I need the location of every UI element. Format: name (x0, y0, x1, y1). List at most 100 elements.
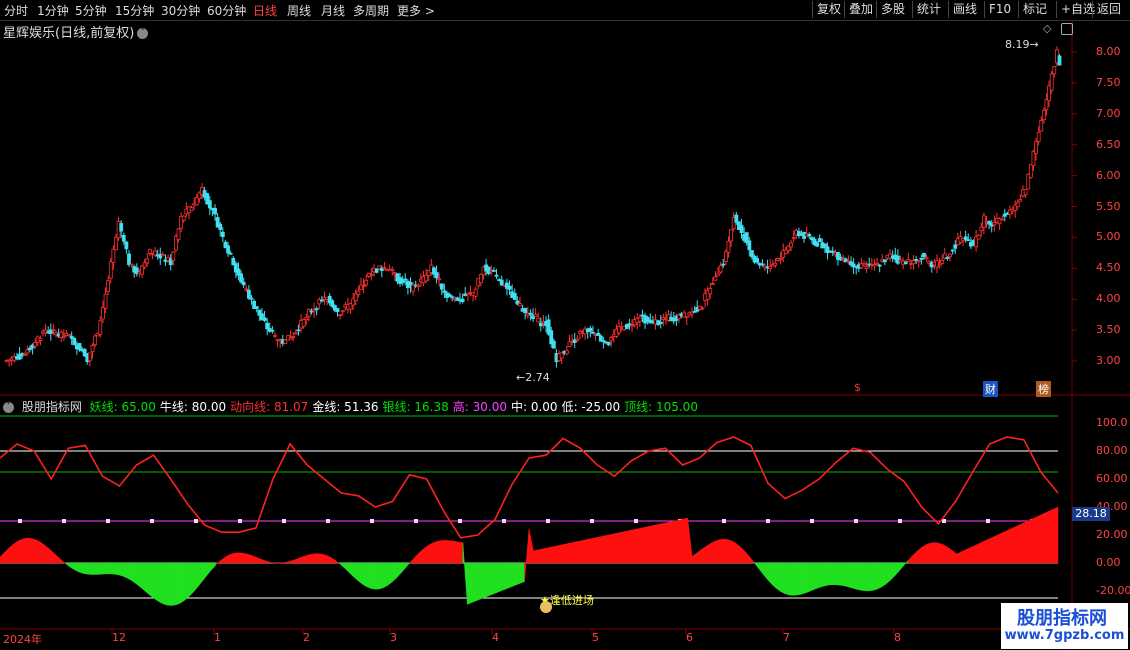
candle (523, 307, 528, 314)
indicator-tick: 0.00 (1096, 556, 1121, 569)
silver-area (400, 562, 406, 574)
candle (434, 272, 439, 279)
indicator-current-value: 28.18 (1072, 507, 1110, 521)
silver-area (427, 542, 433, 564)
silver-area (136, 562, 142, 589)
candle (630, 324, 634, 327)
candle (1028, 164, 1033, 178)
high-line-marker (62, 519, 66, 523)
candle (33, 342, 38, 347)
high-line-marker (238, 519, 242, 523)
high-line-marker (546, 519, 550, 523)
candle (601, 340, 606, 343)
candle (924, 256, 929, 260)
silver-area (123, 562, 129, 579)
silver-area (612, 532, 618, 564)
silver-area (678, 518, 684, 564)
silver-area (140, 562, 146, 592)
candle (119, 223, 124, 232)
silver-area (691, 552, 697, 564)
main-chart[interactable] (0, 0, 1130, 650)
silver-area (625, 530, 631, 564)
silver-area (246, 553, 252, 564)
candle (872, 264, 877, 267)
silver-area (1035, 514, 1041, 564)
silver-area (61, 559, 67, 565)
silver-area (969, 545, 975, 564)
silver-area (647, 525, 653, 564)
chevron-down-icon[interactable]: ˅ (3, 402, 14, 413)
candle (862, 262, 866, 266)
badge-dollar[interactable]: $ (854, 381, 861, 394)
candle (478, 274, 483, 284)
candle (22, 354, 27, 356)
silver-area (890, 562, 896, 581)
high-line-marker (810, 519, 814, 523)
silver-area (982, 539, 988, 564)
candle (966, 239, 971, 242)
candle (129, 263, 134, 266)
silver-area (943, 544, 949, 564)
silver-area (396, 562, 402, 579)
high-line-marker (722, 519, 726, 523)
window-toggle-icon[interactable] (1061, 23, 1073, 35)
silver-area (568, 542, 574, 564)
silver-area (295, 557, 301, 564)
silver-area (528, 528, 534, 564)
candle (93, 335, 98, 345)
silver-area (656, 523, 662, 564)
candle (101, 306, 105, 320)
silver-area (220, 556, 226, 564)
silver-area (361, 562, 367, 587)
candle (807, 233, 812, 237)
candle (830, 250, 835, 253)
silver-area (519, 562, 525, 584)
candle (447, 294, 452, 297)
candle (588, 327, 593, 332)
silver-area (8, 543, 14, 564)
badge-rank[interactable]: 榜 (1036, 381, 1051, 397)
silver-area (154, 562, 159, 603)
price-tick: 8.00 (1096, 45, 1121, 58)
candle (51, 328, 56, 331)
candle (1000, 218, 1005, 221)
silver-area (572, 541, 578, 564)
silver-area (105, 562, 111, 575)
candle (293, 332, 298, 335)
silver-area (850, 562, 856, 590)
silver-area (171, 562, 177, 606)
candle (314, 308, 319, 311)
badge-finance[interactable]: 财 (983, 381, 998, 397)
candle (244, 288, 249, 291)
silver-area (414, 552, 420, 564)
candle (416, 284, 421, 287)
candle (919, 257, 924, 260)
candle (390, 268, 395, 272)
candle (442, 290, 447, 293)
silver-area (193, 562, 199, 593)
silver-area (837, 562, 843, 586)
silver-area (515, 562, 521, 586)
candle (976, 234, 981, 240)
silver-area (211, 562, 217, 571)
diamond-icon[interactable]: ◇ (1043, 22, 1051, 35)
low-annotation: ←2.74 (516, 371, 550, 384)
silver-area (21, 537, 27, 564)
date-tick: 4 (492, 631, 499, 644)
candle (1041, 110, 1046, 120)
price-tick: 4.00 (1096, 292, 1121, 306)
date-tick: 2024年 (3, 633, 42, 646)
candle (218, 223, 223, 230)
candle (28, 347, 32, 351)
silver-area (533, 549, 539, 564)
indicator-item-1: 牛线: 80.00 (159, 400, 227, 414)
candle (1015, 202, 1020, 208)
candle (460, 298, 465, 302)
silver-area (810, 562, 816, 592)
silver-area (916, 547, 922, 564)
silver-area (965, 547, 971, 564)
silver-area (987, 537, 993, 564)
candle (710, 283, 715, 285)
candle (1036, 131, 1041, 142)
candle (875, 262, 879, 265)
